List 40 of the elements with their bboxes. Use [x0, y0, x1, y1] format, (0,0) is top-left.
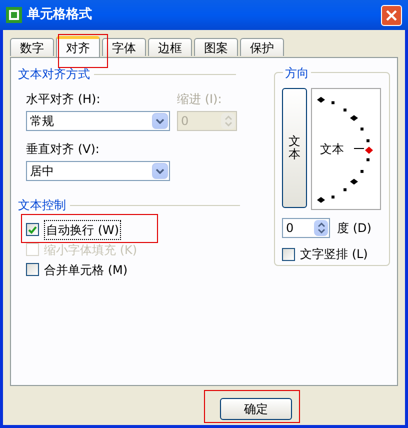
- spin-arrows-icon: [318, 222, 324, 234]
- close-button[interactable]: [381, 4, 402, 26]
- checkmark-icon: [28, 226, 37, 234]
- tab[interactable]: 保护: [240, 38, 284, 56]
- dial-line: [354, 148, 364, 149]
- window-title: 单元格格式: [27, 6, 92, 24]
- spin-arrows-icon: [224, 115, 232, 127]
- tab[interactable]: 数字: [10, 38, 54, 56]
- field-label: 垂直对齐 (V):: [26, 141, 100, 158]
- spin-buttons[interactable]: [314, 220, 328, 236]
- tab[interactable]: 对齐: [56, 36, 100, 57]
- checkbox[interactable]: [282, 248, 295, 260]
- field-label: 度 (D): [337, 220, 372, 237]
- checkbox-label: 合并单元格 (M): [44, 262, 128, 278]
- highlight-frame: [58, 34, 108, 68]
- section-title: 文本对齐方式: [18, 66, 90, 83]
- ok-button[interactable]: 确定: [220, 398, 292, 420]
- checkbox[interactable]: [26, 223, 39, 236]
- field-label: 水平对齐 (H):: [26, 91, 102, 108]
- dropdown[interactable]: 居中: [26, 161, 170, 181]
- chevron-down-icon: [156, 118, 164, 124]
- field-label: 缩进 (I):: [177, 91, 223, 108]
- spin-field[interactable]: 0: [282, 218, 330, 238]
- close-icon: [386, 10, 397, 20]
- checkbox[interactable]: [26, 263, 39, 276]
- tab[interactable]: 字体: [102, 38, 146, 56]
- dropdown-arrow-button[interactable]: [152, 163, 168, 179]
- dial-text: 文本: [320, 141, 344, 158]
- section-title: 文本控制: [18, 197, 66, 214]
- tab[interactable]: 边框: [148, 38, 192, 56]
- dropdown-arrow-button[interactable]: [152, 113, 168, 129]
- dropdown[interactable]: 常规: [26, 111, 170, 131]
- checkbox-label: 自动换行 (W): [44, 220, 122, 240]
- app-icon: [6, 7, 22, 23]
- checkbox-label: 缩小字体填充 (K): [44, 242, 138, 258]
- vertical-text-button[interactable]: 文本: [282, 88, 307, 208]
- orientation-dial[interactable]: 文本: [311, 88, 381, 210]
- tab[interactable]: 图案: [194, 38, 238, 56]
- checkbox-label: 文字竖排 (L): [300, 246, 368, 263]
- chevron-down-icon: [156, 168, 164, 174]
